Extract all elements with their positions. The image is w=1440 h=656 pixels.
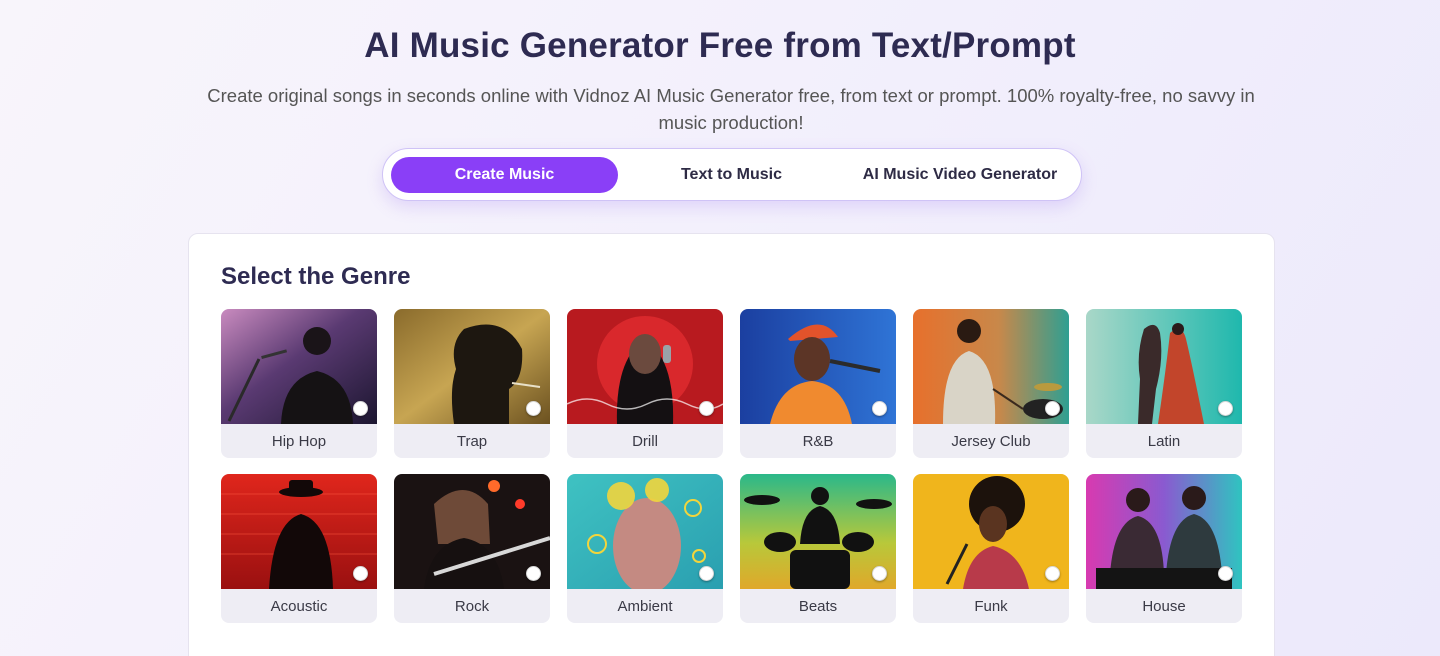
genre-radio-hip-hop[interactable]: [353, 401, 368, 416]
page-title: AI Music Generator Free from Text/Prompt: [364, 26, 1076, 65]
genre-label: R&B: [802, 432, 834, 450]
genre-card-drill[interactable]: Drill: [567, 309, 723, 458]
genre-label: Drill: [632, 432, 658, 450]
genre-panel: Select the Genre Hip Hop Trap Drill R&B …: [188, 233, 1275, 656]
page: AI Music Generator Free from Text/Prompt…: [0, 0, 1440, 656]
genre-card-house[interactable]: House: [1086, 474, 1242, 623]
genre-radio-trap[interactable]: [526, 401, 541, 416]
genre-card-ambient[interactable]: Ambient: [567, 474, 723, 623]
genre-radio-funk[interactable]: [1045, 566, 1060, 581]
tab-text-to-music[interactable]: Text to Music: [618, 157, 845, 193]
genre-radio-house[interactable]: [1218, 566, 1233, 581]
genre-card-jersey-club[interactable]: Jersey Club: [913, 309, 1069, 458]
genre-card-rnb[interactable]: R&B: [740, 309, 896, 458]
genre-radio-acoustic[interactable]: [353, 566, 368, 581]
genre-radio-drill[interactable]: [699, 401, 714, 416]
genre-label: Jersey Club: [951, 432, 1031, 450]
tab-create-music[interactable]: Create Music: [391, 157, 618, 193]
tab-ai-music-video-generator[interactable]: AI Music Video Generator: [845, 157, 1075, 193]
genre-card-latin[interactable]: Latin: [1086, 309, 1242, 458]
genre-radio-rnb[interactable]: [872, 401, 887, 416]
genre-label: Rock: [454, 597, 490, 615]
page-subtitle: Create original songs in seconds online …: [207, 85, 1255, 133]
genre-section-title: Select the Genre: [221, 263, 411, 290]
genre-card-acoustic[interactable]: Acoustic: [221, 474, 377, 623]
genre-label: Beats: [798, 597, 838, 615]
mode-tabs: Create Music Text to Music AI Music Vide…: [382, 148, 1082, 201]
genre-label: Acoustic: [270, 597, 328, 615]
genre-radio-latin[interactable]: [1218, 401, 1233, 416]
genre-radio-beats[interactable]: [872, 566, 887, 581]
genre-card-funk[interactable]: Funk: [913, 474, 1069, 623]
genre-label: Hip Hop: [271, 432, 327, 450]
genre-card-beats[interactable]: Beats: [740, 474, 896, 623]
genre-radio-ambient[interactable]: [699, 566, 714, 581]
genre-label: House: [1142, 597, 1186, 615]
genre-label: Latin: [1147, 432, 1181, 450]
genre-card-rock[interactable]: Rock: [394, 474, 550, 623]
genre-label: Trap: [456, 432, 488, 450]
genre-card-hip-hop[interactable]: Hip Hop: [221, 309, 377, 458]
genre-label: Ambient: [617, 597, 673, 615]
genre-card-trap[interactable]: Trap: [394, 309, 550, 458]
genre-radio-rock[interactable]: [526, 566, 541, 581]
genre-label: Funk: [974, 597, 1008, 615]
genre-radio-jersey-club[interactable]: [1045, 401, 1060, 416]
